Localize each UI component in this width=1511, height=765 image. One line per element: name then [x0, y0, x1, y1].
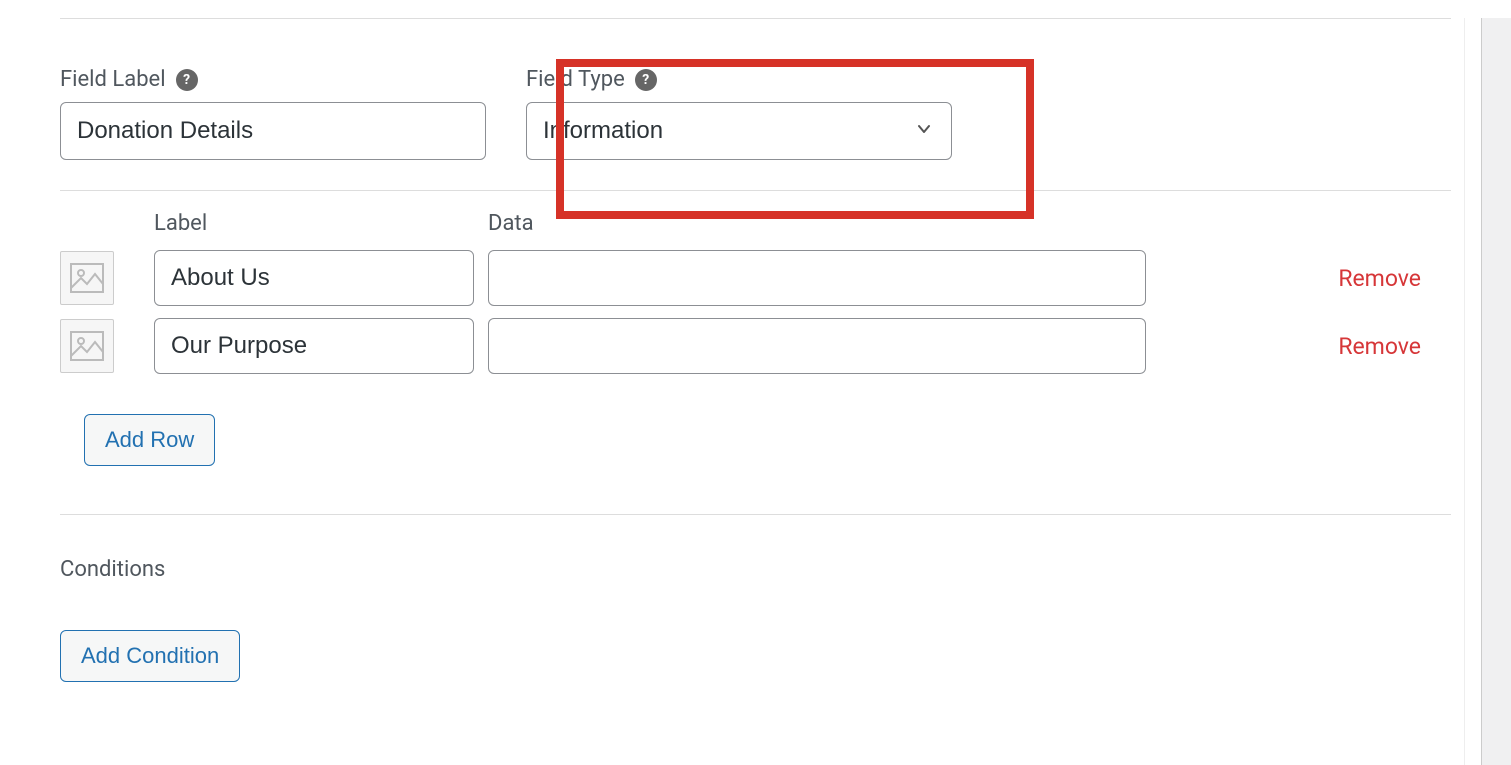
add-condition-button[interactable]: Add Condition: [60, 630, 240, 682]
field-definition-row: Field Label ? Field Type ?: [60, 19, 1451, 190]
field-type-heading: Field Type: [526, 67, 625, 92]
remove-button[interactable]: Remove: [1338, 333, 1421, 360]
image-placeholder-icon[interactable]: [60, 319, 114, 373]
remove-button[interactable]: Remove: [1338, 265, 1421, 292]
field-type-select[interactable]: [526, 102, 952, 160]
help-icon[interactable]: ?: [635, 69, 657, 91]
panel-right-edge: [1481, 18, 1511, 765]
field-label-group: Field Label ?: [60, 67, 486, 160]
row-data-input[interactable]: [488, 318, 1146, 374]
field-type-group: Field Type ?: [526, 67, 952, 160]
rows-section: Label Data Remove Remove Add Row: [60, 190, 1451, 466]
row-data-input[interactable]: [488, 250, 1146, 306]
field-label-heading: Field Label: [60, 67, 166, 92]
table-row: Remove: [60, 318, 1451, 374]
conditions-section: Conditions Add Condition: [60, 514, 1451, 682]
rows-header-data: Data: [488, 211, 534, 236]
conditions-heading: Conditions: [60, 557, 1451, 582]
help-icon[interactable]: ?: [176, 69, 198, 91]
row-label-input[interactable]: [154, 250, 474, 306]
add-row-button[interactable]: Add Row: [84, 414, 215, 466]
field-label-input[interactable]: [60, 102, 486, 160]
rows-header-label: Label: [154, 211, 488, 236]
image-placeholder-icon[interactable]: [60, 251, 114, 305]
table-row: Remove: [60, 250, 1451, 306]
row-label-input[interactable]: [154, 318, 474, 374]
